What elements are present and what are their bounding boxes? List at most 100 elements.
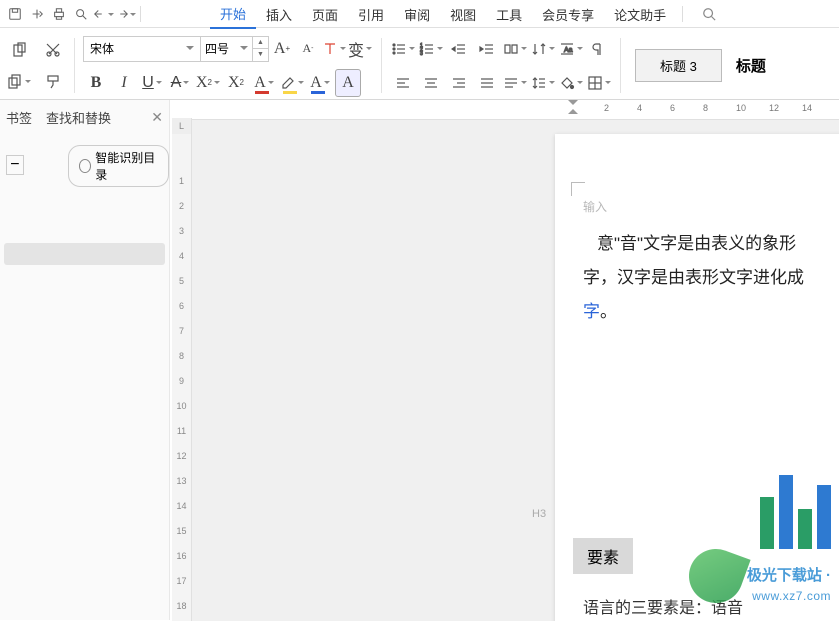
sort-icon[interactable] bbox=[530, 35, 556, 63]
shading-button[interactable]: A bbox=[307, 69, 333, 97]
highlight-button[interactable] bbox=[279, 69, 305, 97]
vruler-mark: 10 bbox=[172, 401, 191, 411]
smart-toc-label: 智能识别目录 bbox=[95, 149, 158, 183]
paragraph-3[interactable]: 字。 bbox=[583, 295, 839, 329]
hruler-mark: 4 bbox=[637, 103, 642, 113]
superscript-button[interactable]: X2 bbox=[195, 69, 221, 97]
paragraph-2[interactable]: 字，汉字是由表形文字进化成 bbox=[583, 261, 839, 295]
svg-text:Aa: Aa bbox=[564, 47, 573, 54]
vruler-mark: 13 bbox=[172, 476, 191, 486]
font-size-label: 四号 bbox=[205, 40, 229, 57]
indent-marker-icon[interactable] bbox=[568, 100, 578, 110]
tab-insert[interactable]: 插入 bbox=[256, 1, 302, 28]
vruler-mark: 18 bbox=[172, 601, 191, 611]
align-distribute-icon[interactable] bbox=[502, 69, 528, 97]
watermark-brand: 极光下载站 · bbox=[747, 564, 831, 585]
ribbon-sep-3 bbox=[620, 38, 621, 93]
document-area: 2468101214 H3 输入 意"音"文字是由表义的象形 字，汉字是由表形文… bbox=[192, 100, 839, 621]
watermark-bars-icon bbox=[760, 475, 831, 549]
tab-page[interactable]: 页面 bbox=[302, 1, 348, 28]
tab-review[interactable]: 审阅 bbox=[394, 1, 440, 28]
side-panel: 书签 查找和替换 ✕ − 智能识别目录 bbox=[0, 100, 170, 620]
outdent-icon[interactable] bbox=[446, 35, 472, 63]
vruler-mark: 11 bbox=[172, 426, 191, 436]
style-heading3[interactable]: 标题 3 bbox=[635, 49, 722, 82]
font-name-select[interactable]: 宋体 bbox=[83, 36, 201, 62]
italic-button[interactable]: I bbox=[111, 69, 137, 97]
bullets-icon[interactable] bbox=[390, 35, 416, 63]
menu-bar: 开始 插入 页面 引用 审阅 视图 工具 会员专享 论文助手 bbox=[0, 0, 839, 28]
font-color-button[interactable]: A bbox=[251, 69, 277, 97]
tab-member[interactable]: 会员专享 bbox=[532, 1, 604, 28]
heading-level-tag: H3 bbox=[532, 508, 546, 520]
tab-view[interactable]: 视图 bbox=[440, 1, 486, 28]
svg-text:3: 3 bbox=[420, 51, 423, 57]
section-heading[interactable]: 要素 bbox=[573, 538, 633, 574]
align-right-icon[interactable] bbox=[446, 69, 472, 97]
fill-color-icon[interactable] bbox=[558, 69, 584, 97]
horizontal-ruler[interactable]: 2468101214 bbox=[192, 100, 839, 120]
vruler-mark: 15 bbox=[172, 526, 191, 536]
vruler-mark: 16 bbox=[172, 551, 191, 561]
ribbon-sep-2 bbox=[381, 38, 382, 93]
align-left-icon[interactable] bbox=[390, 69, 416, 97]
copy-icon[interactable] bbox=[6, 68, 32, 96]
hyperlink-text[interactable]: 字 bbox=[583, 302, 600, 321]
tab-start[interactable]: 开始 bbox=[210, 0, 256, 29]
input-hint: 输入 bbox=[583, 198, 839, 215]
vruler-mark: 5 bbox=[172, 276, 191, 286]
smart-toc-button[interactable]: 智能识别目录 bbox=[68, 145, 169, 187]
side-tab-findreplace[interactable]: 查找和替换 bbox=[46, 108, 111, 127]
hruler-mark: 6 bbox=[670, 103, 675, 113]
bold-button[interactable]: B bbox=[83, 69, 109, 97]
menu-separator bbox=[682, 6, 683, 22]
font-name-label: 宋体 bbox=[90, 40, 114, 57]
tab-tools[interactable]: 工具 bbox=[486, 1, 532, 28]
vruler-mark: 17 bbox=[172, 576, 191, 586]
align-center-icon[interactable] bbox=[418, 69, 444, 97]
paragraph-1[interactable]: 意"音"文字是由表义的象形 bbox=[583, 227, 839, 261]
grow-font-icon[interactable]: A+ bbox=[269, 35, 295, 63]
search-icon[interactable] bbox=[699, 4, 719, 24]
outline-selected-item[interactable] bbox=[4, 243, 165, 265]
format-painter-icon[interactable] bbox=[40, 68, 66, 96]
tab-thesis[interactable]: 论文助手 bbox=[604, 1, 676, 28]
line-spacing-icon[interactable] bbox=[530, 69, 556, 97]
collapse-button[interactable]: − bbox=[6, 155, 24, 175]
close-icon[interactable]: ✕ bbox=[151, 109, 163, 126]
vruler-mark: 3 bbox=[172, 226, 191, 236]
ribbon: 宋体 四号 ▲▼ A+ A- 变 B I U A X2 X2 A A A 123 bbox=[0, 28, 839, 100]
shrink-font-icon[interactable]: A- bbox=[295, 35, 321, 63]
font-size-select[interactable]: 四号 bbox=[201, 36, 253, 62]
vertical-ruler: L 123456789101112131415161718 bbox=[172, 118, 192, 621]
vruler-mark: 4 bbox=[172, 251, 191, 261]
vruler-mark: 6 bbox=[172, 301, 191, 311]
cut-icon[interactable] bbox=[40, 36, 66, 64]
paste-icon[interactable] bbox=[6, 36, 32, 64]
numbering-icon[interactable]: 123 bbox=[418, 35, 444, 63]
align-justify-icon[interactable] bbox=[474, 69, 500, 97]
char-border-button[interactable]: A bbox=[335, 69, 361, 97]
vruler-mark: 2 bbox=[172, 201, 191, 211]
asian-layout-icon[interactable] bbox=[502, 35, 528, 63]
vruler-mark: 7 bbox=[172, 326, 191, 336]
vruler-mark: 9 bbox=[172, 376, 191, 386]
style-heading-next[interactable]: 标题 bbox=[732, 51, 770, 80]
underline-button[interactable]: U bbox=[139, 69, 165, 97]
hruler-mark: 2 bbox=[604, 103, 609, 113]
indent-icon[interactable] bbox=[474, 35, 500, 63]
hruler-mark: 10 bbox=[736, 103, 746, 113]
show-marks-icon[interactable] bbox=[586, 35, 612, 63]
subscript-button[interactable]: X2 bbox=[223, 69, 249, 97]
tab-reference[interactable]: 引用 bbox=[348, 1, 394, 28]
ribbon-sep-1 bbox=[74, 38, 75, 93]
strike-button[interactable]: A bbox=[167, 69, 193, 97]
font-size-stepper[interactable]: ▲▼ bbox=[253, 36, 269, 62]
side-tab-bookmark[interactable]: 书签 bbox=[6, 108, 32, 127]
clear-format-icon[interactable] bbox=[321, 35, 347, 63]
borders-icon[interactable] bbox=[586, 69, 612, 97]
hruler-mark: 12 bbox=[769, 103, 779, 113]
phonetic-icon[interactable]: 变 bbox=[347, 35, 373, 63]
line-spacing-top-icon[interactable]: Aa bbox=[558, 35, 584, 63]
hruler-mark: 8 bbox=[703, 103, 708, 113]
